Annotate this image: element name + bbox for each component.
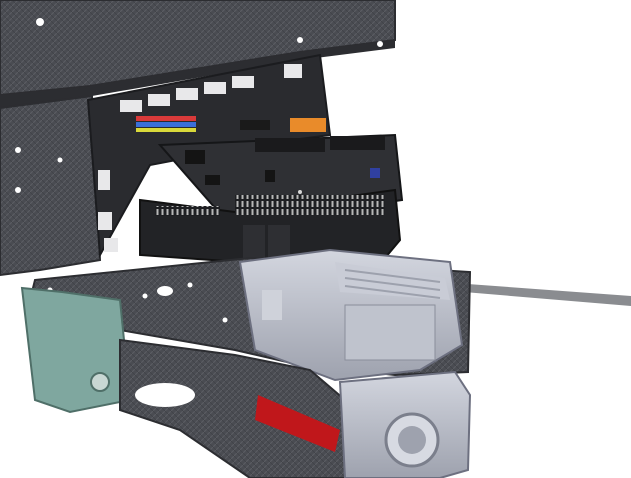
teal-bracket: [20, 286, 132, 414]
cad-render-scene: [0, 0, 631, 478]
orange-connector: [290, 118, 326, 132]
lower-motor-block: [338, 370, 472, 478]
header-enclosure: [139, 188, 402, 264]
side-carbon-plate: [0, 94, 102, 277]
rainbow-header-pins: [136, 116, 196, 132]
motor-housing: [238, 248, 464, 382]
